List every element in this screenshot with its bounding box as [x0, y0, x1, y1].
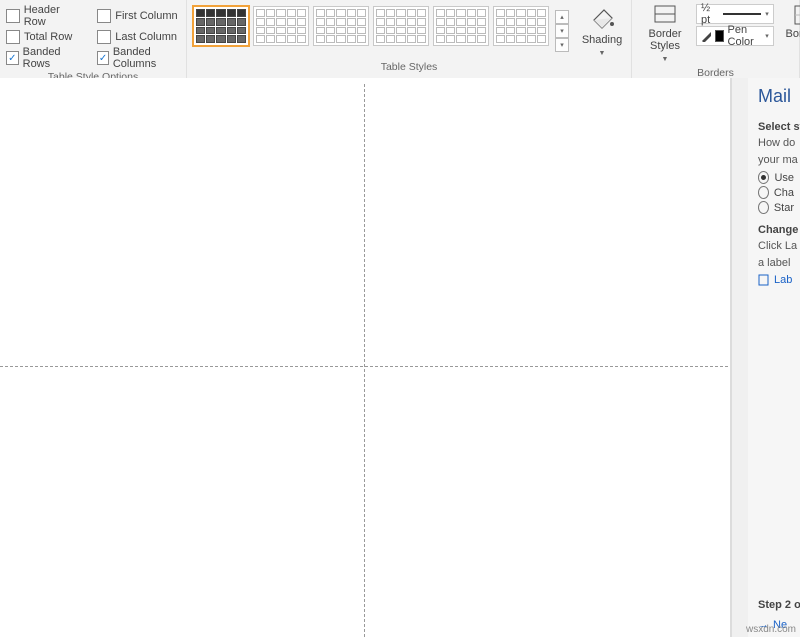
group-borders: Border Styles▼ ½ pt ▾ Pen Color▾ Borders… — [632, 0, 800, 78]
panel-title: Mail — [758, 86, 794, 107]
label-table — [0, 84, 728, 637]
ribbon: Header Row First Column Total Row Last C… — [0, 0, 800, 79]
step-indicator: Step 2 o — [758, 599, 800, 611]
table-style-gallery: ▴ ▾ ▾ — [193, 2, 569, 52]
borders-grid-icon — [793, 4, 800, 26]
cb-banded-rows[interactable]: ✓Banded Rows — [6, 46, 83, 70]
borders-button[interactable]: Borders▼ — [778, 2, 800, 54]
cb-first-column[interactable]: First Column — [97, 4, 180, 28]
cb-total-row[interactable]: Total Row — [6, 30, 83, 44]
cb-banded-columns[interactable]: ✓Banded Columns — [97, 46, 180, 70]
table-style-thumb-1[interactable] — [193, 6, 249, 46]
help-text-2: your ma — [758, 154, 794, 167]
watermark: wsxdn.com — [746, 624, 796, 635]
group-label-table-styles: Table Styles — [187, 60, 631, 78]
table-style-thumb-4[interactable] — [373, 6, 429, 46]
mail-merge-panel: Mail Select st How do your ma Use Cha St… — [748, 78, 800, 637]
shading-button[interactable]: Shading▼ — [575, 2, 629, 60]
document-page[interactable] — [0, 78, 731, 637]
help-text-1: How do — [758, 137, 794, 150]
radio-start[interactable]: Star — [758, 201, 794, 214]
change-text-2: a label — [758, 257, 794, 270]
workspace: Mail Select st How do your ma Use Cha St… — [0, 78, 800, 637]
bucket-icon — [588, 4, 616, 32]
gallery-up-icon[interactable]: ▴ — [555, 10, 569, 24]
gallery-spinner: ▴ ▾ ▾ — [555, 10, 569, 52]
gallery-down-icon[interactable]: ▾ — [555, 24, 569, 38]
label-options-link[interactable]: Lab — [758, 274, 794, 286]
section-change: Change d — [758, 224, 794, 236]
change-text-1: Click La — [758, 240, 794, 253]
group-table-styles: ▴ ▾ ▾ Shading▼ Table Styles — [187, 0, 632, 78]
pen-color-combo[interactable]: Pen Color▾ — [696, 26, 774, 46]
border-styles-icon — [653, 4, 677, 26]
table-style-thumb-6[interactable] — [493, 6, 549, 46]
table-style-thumb-5[interactable] — [433, 6, 489, 46]
table-style-thumb-2[interactable] — [253, 6, 309, 46]
pen-icon — [701, 30, 711, 42]
cb-header-row[interactable]: Header Row — [6, 4, 83, 28]
radio-change[interactable]: Cha — [758, 186, 794, 199]
gallery-more-icon[interactable]: ▾ — [555, 38, 569, 52]
cb-last-column[interactable]: Last Column — [97, 30, 180, 44]
border-styles-button[interactable]: Border Styles▼ — [638, 2, 692, 66]
group-table-style-options: Header Row First Column Total Row Last C… — [0, 0, 187, 78]
document-icon — [758, 274, 770, 286]
vertical-scrollbar[interactable] — [731, 78, 748, 637]
section-select: Select st — [758, 121, 794, 133]
border-weight-combo[interactable]: ½ pt ▾ — [696, 4, 774, 24]
radio-use[interactable]: Use — [758, 171, 794, 184]
table-style-thumb-3[interactable] — [313, 6, 369, 46]
